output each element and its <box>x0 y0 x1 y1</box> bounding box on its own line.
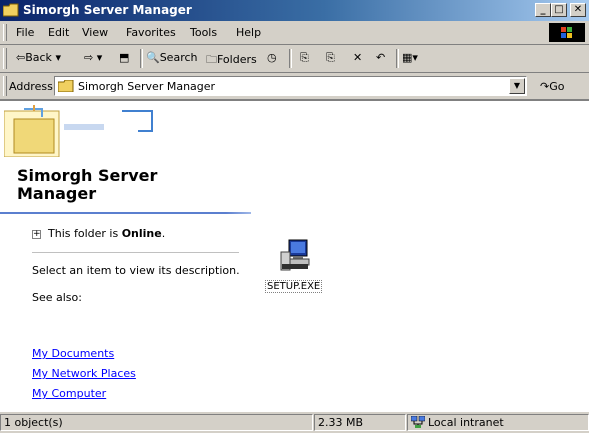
page-title-line2: Manager <box>17 184 97 203</box>
link-my-computer[interactable]: My Computer <box>32 387 106 400</box>
see-also-label: See also: <box>32 291 82 304</box>
title-bar[interactable]: Simorgh Server Manager _ □ ✕ <box>0 0 589 21</box>
history-icon[interactable]: ◷ <box>267 51 277 64</box>
toolbar-separator <box>289 49 292 68</box>
folder-status: This folder is Online. <box>48 227 165 240</box>
status-suffix: . <box>161 227 166 240</box>
page-title: Simorgh Server Manager <box>17 167 247 203</box>
file-name-label[interactable]: SETUP.EXE <box>265 280 323 293</box>
window-title: Simorgh Server Manager <box>23 3 192 17</box>
menu-help[interactable]: Help <box>236 26 261 39</box>
move-to-icon[interactable]: ⎘ <box>300 51 309 65</box>
up-folder-icon[interactable]: ⬒ <box>119 51 129 64</box>
address-dropdown-button[interactable]: ▼ <box>509 78 525 94</box>
menu-edit[interactable]: Edit <box>48 26 69 39</box>
menu-favorites[interactable]: Favorites <box>126 26 176 39</box>
folders-label: Folders <box>217 53 257 66</box>
status-object-count: 1 object(s) <box>0 414 313 431</box>
go-label: Go <box>549 80 565 93</box>
link-my-network-places[interactable]: My Network Places <box>32 367 136 380</box>
folder-banner-icon <box>4 105 153 157</box>
address-label: Address <box>9 80 53 93</box>
close-button[interactable]: ✕ <box>570 3 586 17</box>
menu-tools[interactable]: Tools <box>190 26 217 39</box>
folder-view: Simorgh Server Manager + This folder is … <box>0 100 589 411</box>
status-bar: 1 object(s) 2.33 MB Local intranet <box>0 411 589 433</box>
undo-icon[interactable]: ↶ <box>376 51 385 64</box>
go-button[interactable]: ↷Go <box>540 80 564 93</box>
windows-logo-icon <box>549 23 585 42</box>
menu-grip <box>3 24 7 41</box>
link-my-documents[interactable]: My Documents <box>32 347 114 360</box>
delete-icon[interactable]: ✕ <box>353 51 362 64</box>
folders-button[interactable]: 🗀Folders <box>206 51 257 70</box>
status-size: 2.33 MB <box>314 414 406 431</box>
copy-to-icon[interactable]: ⎘ <box>326 51 335 65</box>
folders-icon: 🗀 <box>206 53 217 66</box>
folder-icon <box>3 3 19 17</box>
status-zone: Local intranet <box>407 414 589 431</box>
page-title-line1: Simorgh Server <box>17 166 158 185</box>
back-arrow-icon: ⇦ <box>16 51 26 64</box>
search-label: Search <box>159 51 198 64</box>
address-value: Simorgh Server Manager <box>78 80 216 93</box>
back-button[interactable]: ⇦Back ▾ <box>16 51 61 64</box>
forward-button[interactable]: ⇨ ▾ <box>84 51 102 64</box>
chevron-down-icon: ▾ <box>55 51 61 64</box>
menu-view[interactable]: View <box>82 26 108 39</box>
menu-file[interactable]: File <box>16 26 34 39</box>
address-input[interactable]: Simorgh Server Manager ▼ <box>54 76 527 96</box>
search-button[interactable]: 🔍Search <box>146 51 198 64</box>
standard-toolbar: ⇦Back ▾ ⇨ ▾ ⬒ 🔍Search 🗀Folders ◷ ⎘ ⎘ ✕ ↶… <box>0 45 589 73</box>
heading-divider <box>0 212 251 214</box>
back-label: Back <box>25 51 52 64</box>
setup-exe-icon[interactable] <box>279 238 311 274</box>
toolbar-separator <box>396 49 399 68</box>
status-value: Online <box>121 227 162 240</box>
go-arrow-icon: ↷ <box>540 80 550 93</box>
zone-label: Local intranet <box>428 416 504 429</box>
intranet-icon <box>411 416 425 428</box>
address-grip <box>3 76 7 96</box>
toolbar-grip <box>3 48 7 69</box>
minimize-button[interactable]: _ <box>535 3 551 17</box>
sidebar-divider <box>32 252 239 253</box>
menu-bar: File Edit View Favorites Tools Help <box>0 21 589 45</box>
folder-icon <box>58 80 74 92</box>
toolbar-separator <box>140 49 143 68</box>
status-prefix: This folder is <box>48 227 122 240</box>
expand-icon[interactable]: + <box>32 230 41 239</box>
search-icon: 🔍 <box>146 51 160 64</box>
item-description: Select an item to view its description. <box>32 264 240 277</box>
views-button[interactable]: ▦▾ <box>402 51 418 64</box>
maximize-button[interactable]: □ <box>551 3 567 17</box>
address-bar: Address Simorgh Server Manager ▼ ↷Go <box>0 73 589 100</box>
